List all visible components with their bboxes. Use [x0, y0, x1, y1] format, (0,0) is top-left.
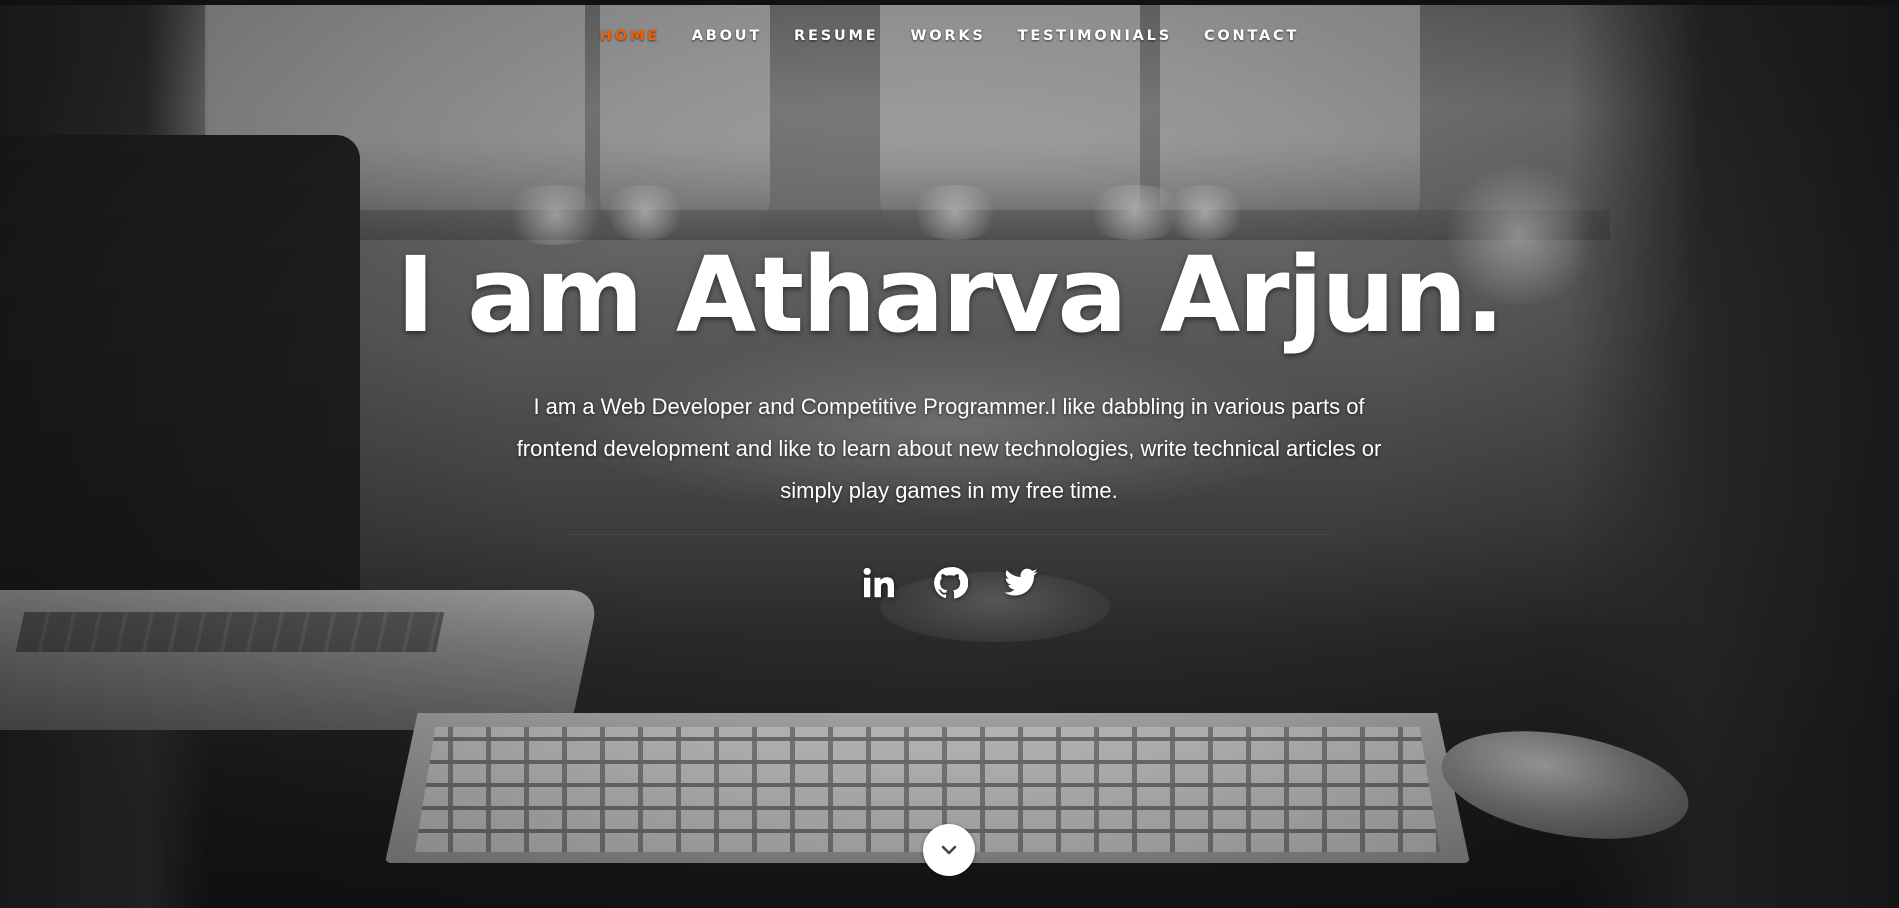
nav-list: HOME ABOUT RESUME WORKS TESTIMONIALS CON… — [584, 28, 1315, 44]
nav-link-works[interactable]: WORKS — [894, 28, 1001, 44]
chevron-down-icon — [941, 845, 957, 855]
main-nav: HOME ABOUT RESUME WORKS TESTIMONIALS CON… — [0, 0, 1899, 72]
nav-item-testimonials: TESTIMONIALS — [1002, 28, 1188, 44]
github-link[interactable] — [931, 564, 969, 602]
nav-item-works: WORKS — [894, 28, 1001, 44]
github-icon — [933, 567, 968, 599]
linkedin-icon — [863, 567, 894, 598]
nav-link-testimonials[interactable]: TESTIMONIALS — [1002, 28, 1188, 44]
nav-item-contact: CONTACT — [1188, 28, 1315, 44]
linkedin-link[interactable] — [860, 564, 898, 602]
page: HOME ABOUT RESUME WORKS TESTIMONIALS CON… — [0, 0, 1899, 908]
nav-link-about[interactable]: ABOUT — [676, 28, 778, 44]
nav-link-home[interactable]: HOME — [584, 28, 676, 44]
hero-divider — [567, 534, 1332, 535]
twitter-link[interactable] — [1002, 564, 1040, 602]
nav-item-home: HOME — [584, 28, 676, 44]
nav-link-resume[interactable]: RESUME — [778, 28, 894, 44]
nav-item-resume: RESUME — [778, 28, 894, 44]
scroll-down-button[interactable] — [923, 824, 975, 876]
twitter-icon — [1004, 568, 1037, 596]
social-links — [0, 564, 1899, 602]
hero-headline: I am Atharva Arjun. — [396, 234, 1505, 356]
hero-tagline: I am a Web Developer and Competitive Pro… — [516, 394, 1382, 503]
nav-item-about: ABOUT — [676, 28, 778, 44]
nav-link-contact[interactable]: CONTACT — [1188, 28, 1315, 44]
